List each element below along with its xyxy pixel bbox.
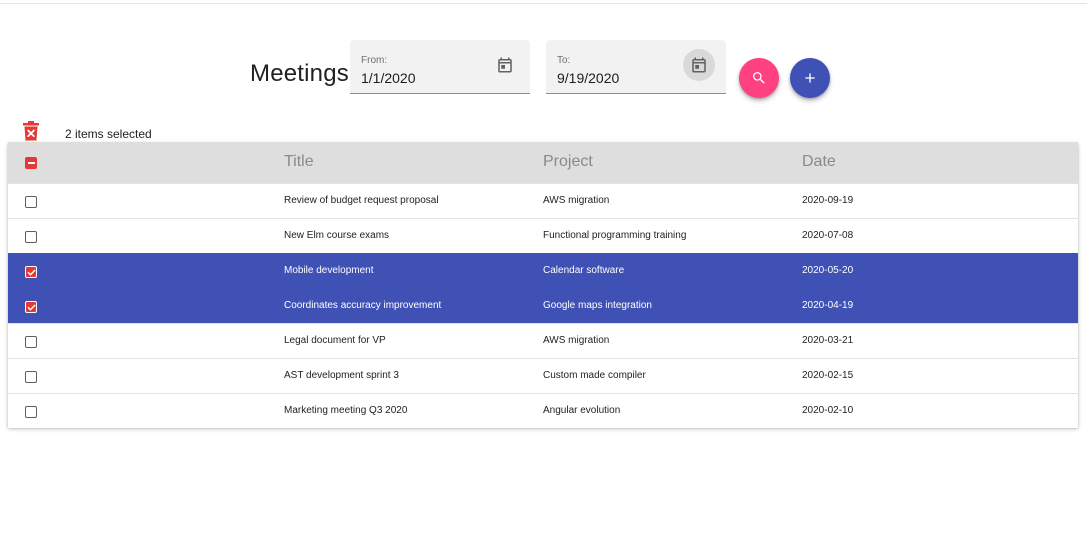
table-row[interactable]: New Elm course exams Functional programm…	[8, 218, 1078, 253]
table-row[interactable]: Coordinates accuracy improvement Google …	[8, 288, 1078, 323]
table-row[interactable]: Legal document for VP AWS migration 2020…	[8, 323, 1078, 358]
page-title: Meetings	[250, 60, 349, 87]
to-date-field[interactable]: To: 9/19/2020	[546, 40, 726, 94]
cell-title: Review of budget request proposal	[284, 195, 439, 206]
column-header-project[interactable]: Project	[543, 153, 593, 171]
trash-icon	[23, 121, 39, 141]
top-divider	[0, 3, 1087, 4]
from-date-label: From:	[361, 55, 388, 66]
plus-icon	[805, 73, 815, 83]
row-checkbox[interactable]	[25, 231, 37, 243]
select-all-checkbox[interactable]	[25, 157, 37, 169]
search-icon	[753, 72, 765, 84]
to-calendar-icon[interactable]	[683, 49, 715, 81]
cell-date: 2020-02-15	[802, 370, 854, 381]
row-checkbox[interactable]	[25, 406, 37, 418]
from-calendar-icon[interactable]	[489, 49, 521, 81]
cell-project: Custom made compiler	[543, 370, 646, 381]
cell-title: Mobile development	[284, 265, 374, 276]
row-checkbox[interactable]	[25, 266, 37, 278]
from-date-input[interactable]: 1/1/2020	[361, 70, 416, 86]
row-checkbox[interactable]	[25, 336, 37, 348]
meetings-table: Title Project Date Review of budget requ…	[8, 142, 1078, 428]
cell-title: AST development sprint 3	[284, 370, 399, 381]
to-date-label: To:	[557, 55, 571, 66]
cell-date: 2020-03-21	[802, 335, 854, 346]
from-date-field[interactable]: From: 1/1/2020	[350, 40, 530, 94]
row-checkbox[interactable]	[25, 196, 37, 208]
cell-project: AWS migration	[543, 195, 610, 206]
cell-project: Calendar software	[543, 265, 625, 276]
table-row[interactable]: Review of budget request proposal AWS mi…	[8, 183, 1078, 218]
cell-project: AWS migration	[543, 335, 610, 346]
search-button[interactable]	[739, 58, 779, 98]
row-checkbox[interactable]	[25, 301, 37, 313]
column-header-date[interactable]: Date	[802, 153, 836, 171]
cell-title: New Elm course exams	[284, 230, 390, 241]
cell-date: 2020-07-08	[802, 230, 854, 241]
table-header: Title Project Date	[8, 142, 1078, 183]
cell-title: Marketing meeting Q3 2020	[284, 405, 408, 416]
delete-selected-button[interactable]	[21, 121, 41, 141]
cell-date: 2020-04-19	[802, 300, 854, 311]
cell-title: Coordinates accuracy improvement	[284, 300, 442, 311]
cell-date: 2020-09-19	[802, 195, 854, 206]
cell-date: 2020-05-20	[802, 265, 854, 276]
cell-project: Google maps integration	[543, 300, 652, 311]
cell-project: Angular evolution	[543, 405, 621, 416]
to-date-input[interactable]: 9/19/2020	[557, 70, 619, 86]
add-meeting-button[interactable]	[790, 58, 830, 98]
cell-project: Functional programming training	[543, 230, 687, 241]
cell-title: Legal document for VP	[284, 335, 386, 346]
table-row[interactable]: Marketing meeting Q3 2020 Angular evolut…	[8, 393, 1078, 428]
column-header-title[interactable]: Title	[284, 153, 314, 171]
table-row[interactable]: Mobile development Calendar software 202…	[8, 253, 1078, 288]
row-checkbox[interactable]	[25, 371, 37, 383]
selected-count: 2 items selected	[65, 127, 152, 141]
table-row[interactable]: AST development sprint 3 Custom made com…	[8, 358, 1078, 393]
cell-date: 2020-02-10	[802, 405, 854, 416]
